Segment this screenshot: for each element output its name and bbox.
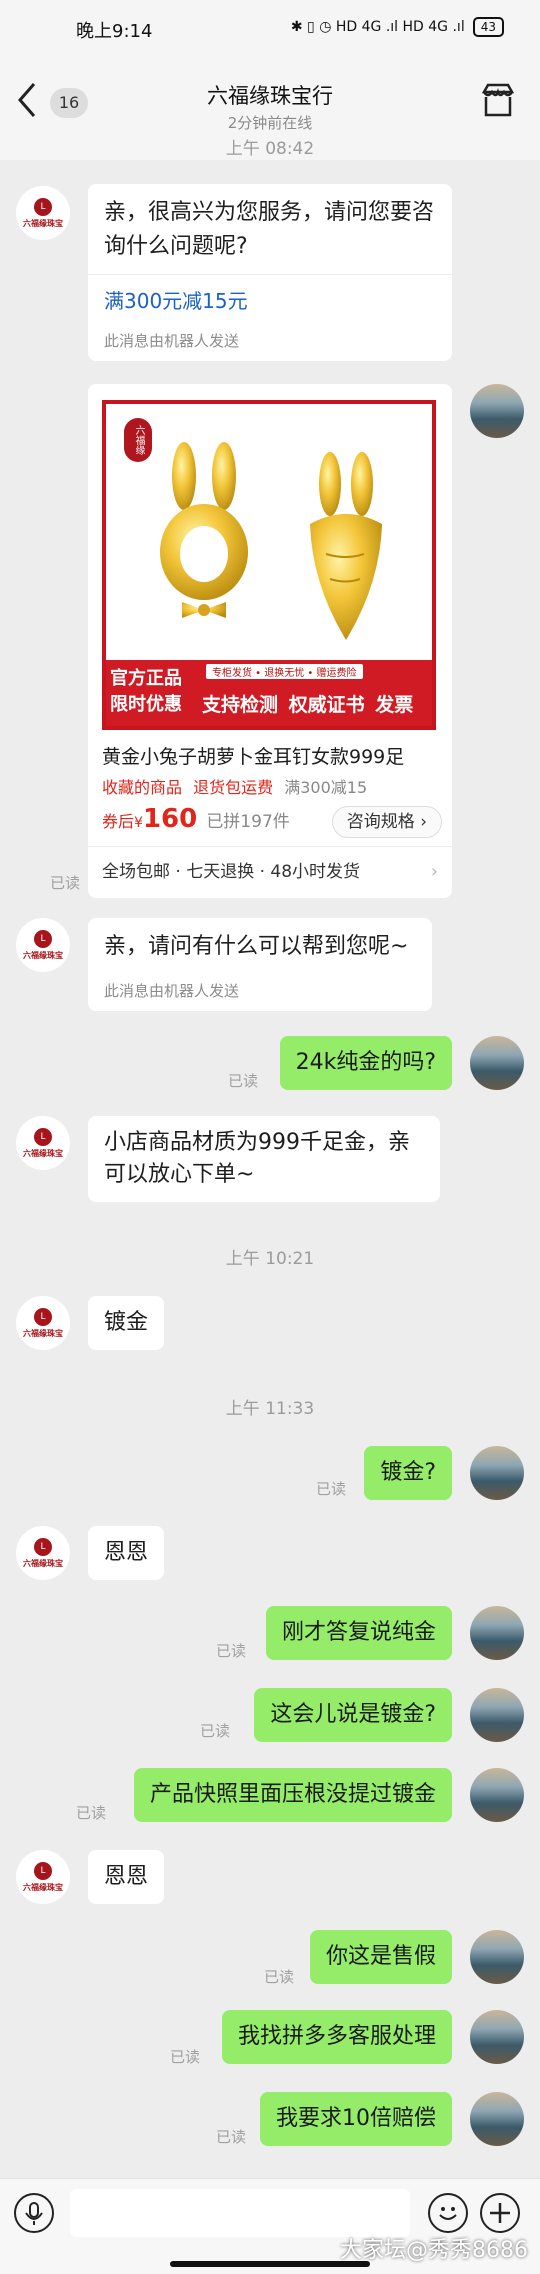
chat-message: 刚才答复说纯金	[265, 1606, 452, 1660]
shop-avatar[interactable]: L 六福缘珠宝	[16, 1296, 70, 1350]
shop-logo-name: 六福缘珠宝	[23, 1882, 63, 1892]
tag-return: 退货包运费	[193, 778, 274, 797]
service-info: 全场包邮 · 七天退换 · 48小时发货	[102, 862, 361, 882]
read-mark: 已读	[170, 2048, 201, 2066]
message-input[interactable]	[70, 2189, 410, 2237]
shop-logo-name: 六福缘珠宝	[23, 1148, 63, 1158]
message-text: 亲，请问有什么可以帮到您呢~	[104, 934, 409, 959]
battery-icon: 43	[472, 17, 504, 37]
watermark: 大家坛@秀秀8686	[340, 2238, 528, 2263]
shop-logo-icon: L	[34, 197, 52, 216]
voice-button[interactable]	[14, 2193, 54, 2233]
shop-logo-name: 六福缘珠宝	[23, 1328, 63, 1338]
plus-button[interactable]	[480, 2193, 520, 2233]
user-avatar[interactable]	[470, 2010, 524, 2064]
store-icon	[481, 83, 515, 117]
sold-count: 已拼197件	[206, 812, 290, 832]
user-avatar[interactable]	[470, 1036, 524, 1090]
shop-avatar[interactable]: L 六福缘珠宝	[16, 1526, 70, 1580]
shop-logo-icon: L	[34, 1127, 52, 1146]
chat-message: 我要求10倍赔偿	[260, 2092, 452, 2146]
chat-message: 镀金	[88, 1296, 165, 1350]
shop-avatar[interactable]: L 六福缘珠宝	[16, 1116, 70, 1170]
user-avatar[interactable]	[470, 1930, 524, 1984]
chat-message: 24k纯金的吗?	[279, 1036, 452, 1090]
product-tags: 收藏的商品 退货包运费 满300减15	[102, 774, 367, 798]
chat-message: 镀金?	[364, 1446, 452, 1500]
timestamp: 上午 08:42	[225, 139, 315, 159]
read-mark: 已读	[216, 1642, 247, 1660]
read-mark: 已读	[264, 1968, 295, 1986]
chat-message: 你这是售假	[309, 1930, 452, 1984]
read-mark: 已读	[316, 1480, 347, 1498]
chat-message: 小店商品材质为999千足金，亲可以放心下单~	[88, 1116, 440, 1202]
online-status: 2分钟前在线	[227, 114, 313, 132]
coupon-link[interactable]: 满300元减15元	[88, 275, 452, 324]
user-avatar[interactable]	[470, 384, 524, 438]
read-mark: 已读	[216, 2128, 247, 2146]
user-avatar[interactable]	[470, 1688, 524, 1742]
shop-avatar[interactable]: L 六福缘珠宝	[16, 186, 70, 240]
promo-left: 官方正品 限时优惠	[110, 666, 182, 718]
plus-icon	[490, 2203, 510, 2223]
chat-message: 产品快照里面压根没提过镀金	[133, 1768, 452, 1822]
product-title[interactable]: 黄金小兔子胡萝卜金耳钉女款999足	[102, 742, 404, 769]
product-image[interactable]: 六福缘 官方正品 限时优惠 专柜发货 • 退换无忧 • 赠运费险 支持检测 权威…	[102, 400, 436, 730]
message-text: 亲，很高兴为您服务，请问您要咨询什么问题呢?	[104, 200, 435, 259]
shop-logo-icon: L	[34, 1537, 52, 1556]
price-currency: ¥	[134, 815, 143, 831]
read-mark: 已读	[76, 1804, 107, 1822]
user-avatar[interactable]	[470, 2092, 524, 2146]
read-mark: 已读	[228, 1072, 259, 1090]
read-mark: 已读	[200, 1722, 231, 1740]
shop-logo-name: 六福缘珠宝	[23, 1558, 63, 1568]
shop-logo-icon: L	[34, 1307, 52, 1326]
promo-top: 专柜发货 • 退换无忧 • 赠运费险	[206, 664, 363, 679]
chat-message: 这会儿说是镀金?	[254, 1688, 452, 1742]
emoji-button[interactable]	[428, 2193, 468, 2233]
shop-logo-icon: L	[34, 929, 52, 948]
timestamp: 上午 10:21	[225, 1249, 315, 1269]
status-bar: 晚上9:14 ✱ ▯ ◷ HD 4G .ıl HD 4G .ıl 43	[0, 0, 540, 58]
shop-avatar[interactable]: L 六福缘珠宝	[16, 918, 70, 972]
price-row: 券后¥160 已拼197件 咨询规格 ›	[102, 804, 442, 838]
signal-icons: ✱ ▯ ◷ HD 4G .ıl HD 4G .ıl	[290, 19, 465, 35]
read-mark: 已读	[50, 874, 81, 892]
divider	[88, 846, 452, 847]
rabbit-earring-image	[160, 442, 382, 640]
price-prefix: 券后	[102, 812, 135, 831]
robot-note: 此消息由机器人发送	[104, 332, 240, 350]
user-avatar[interactable]	[470, 1606, 524, 1660]
user-avatar[interactable]	[470, 1768, 524, 1822]
shop-logo-name: 六福缘珠宝	[23, 218, 63, 228]
status-icons: ✱ ▯ ◷ HD 4G .ıl HD 4G .ıl 43	[291, 17, 504, 37]
user-avatar[interactable]	[470, 1446, 524, 1500]
chat-message: 恩恩	[88, 1850, 165, 1904]
chevron-right-icon: ›	[430, 861, 438, 882]
shop-avatar[interactable]: L 六福缘珠宝	[16, 1850, 70, 1904]
emoji-icon	[439, 2207, 457, 2220]
promo-banner: 官方正品 限时优惠 专柜发货 • 退换无忧 • 赠运费险 支持检测 权威证书 发…	[106, 660, 432, 726]
robot-message: 亲，很高兴为您服务，请问您要咨询什么问题呢? 满300元减15元 此消息由机器人…	[88, 184, 452, 361]
spec-button[interactable]: 咨询规格 ›	[331, 806, 442, 838]
promo-line: 限时优惠	[110, 694, 182, 715]
voice-icon	[25, 2202, 43, 2225]
product-card[interactable]: 六福缘 官方正品 限时优惠 专柜发货 • 退换无忧 • 赠运费险 支持检测 权威…	[88, 384, 452, 898]
store-button[interactable]	[478, 80, 518, 120]
tag-collected: 收藏的商品	[102, 778, 183, 797]
timestamp: 上午 11:33	[225, 1399, 315, 1419]
chat-message: 我找拼多多客服处理	[221, 2010, 452, 2064]
shop-logo-icon: L	[34, 1861, 52, 1880]
robot-note: 此消息由机器人发送	[104, 982, 240, 1000]
shop-title: 六福缘珠宝行	[207, 84, 333, 108]
shop-logo-name: 六福缘珠宝	[23, 950, 63, 960]
robot-message: 亲，请问有什么可以帮到您呢~ 此消息由机器人发送	[88, 918, 432, 1011]
promo-right: 支持检测 权威证书 发票	[202, 694, 414, 716]
price: 160	[142, 804, 198, 834]
promo-line: 官方正品	[110, 668, 182, 689]
tag-discount: 满300减15	[284, 778, 368, 797]
chat-message: 恩恩	[88, 1526, 165, 1580]
status-time: 晚上9:14	[76, 21, 153, 42]
